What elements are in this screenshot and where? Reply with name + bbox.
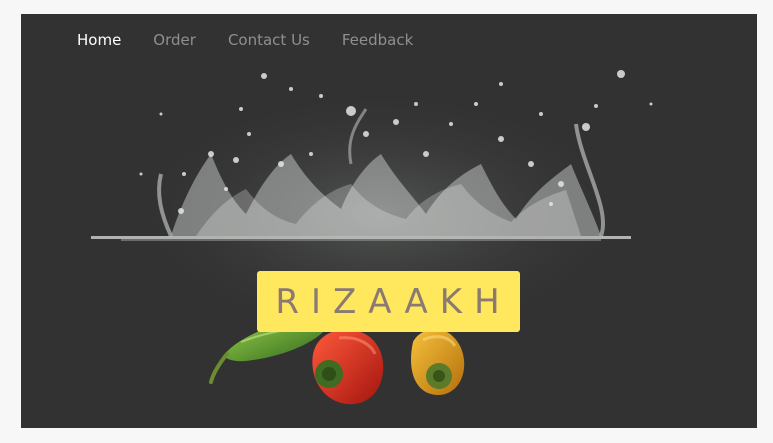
hero-section: Home Order Contact Us Feedback RIZAAKH (21, 14, 757, 428)
yellow-pepper-shape (411, 329, 465, 396)
nav-home-link[interactable]: Home (77, 31, 121, 49)
red-pepper-shape (312, 329, 384, 405)
nav-contact-us-link[interactable]: Contact Us (228, 31, 310, 49)
nav-feedback-link[interactable]: Feedback (342, 31, 413, 49)
main-nav: Home Order Contact Us Feedback (77, 31, 413, 49)
water-splash-peppers-image (91, 70, 653, 405)
nav-order-link[interactable]: Order (153, 31, 196, 49)
brand-logo-text: RIZAAKH (257, 271, 520, 332)
